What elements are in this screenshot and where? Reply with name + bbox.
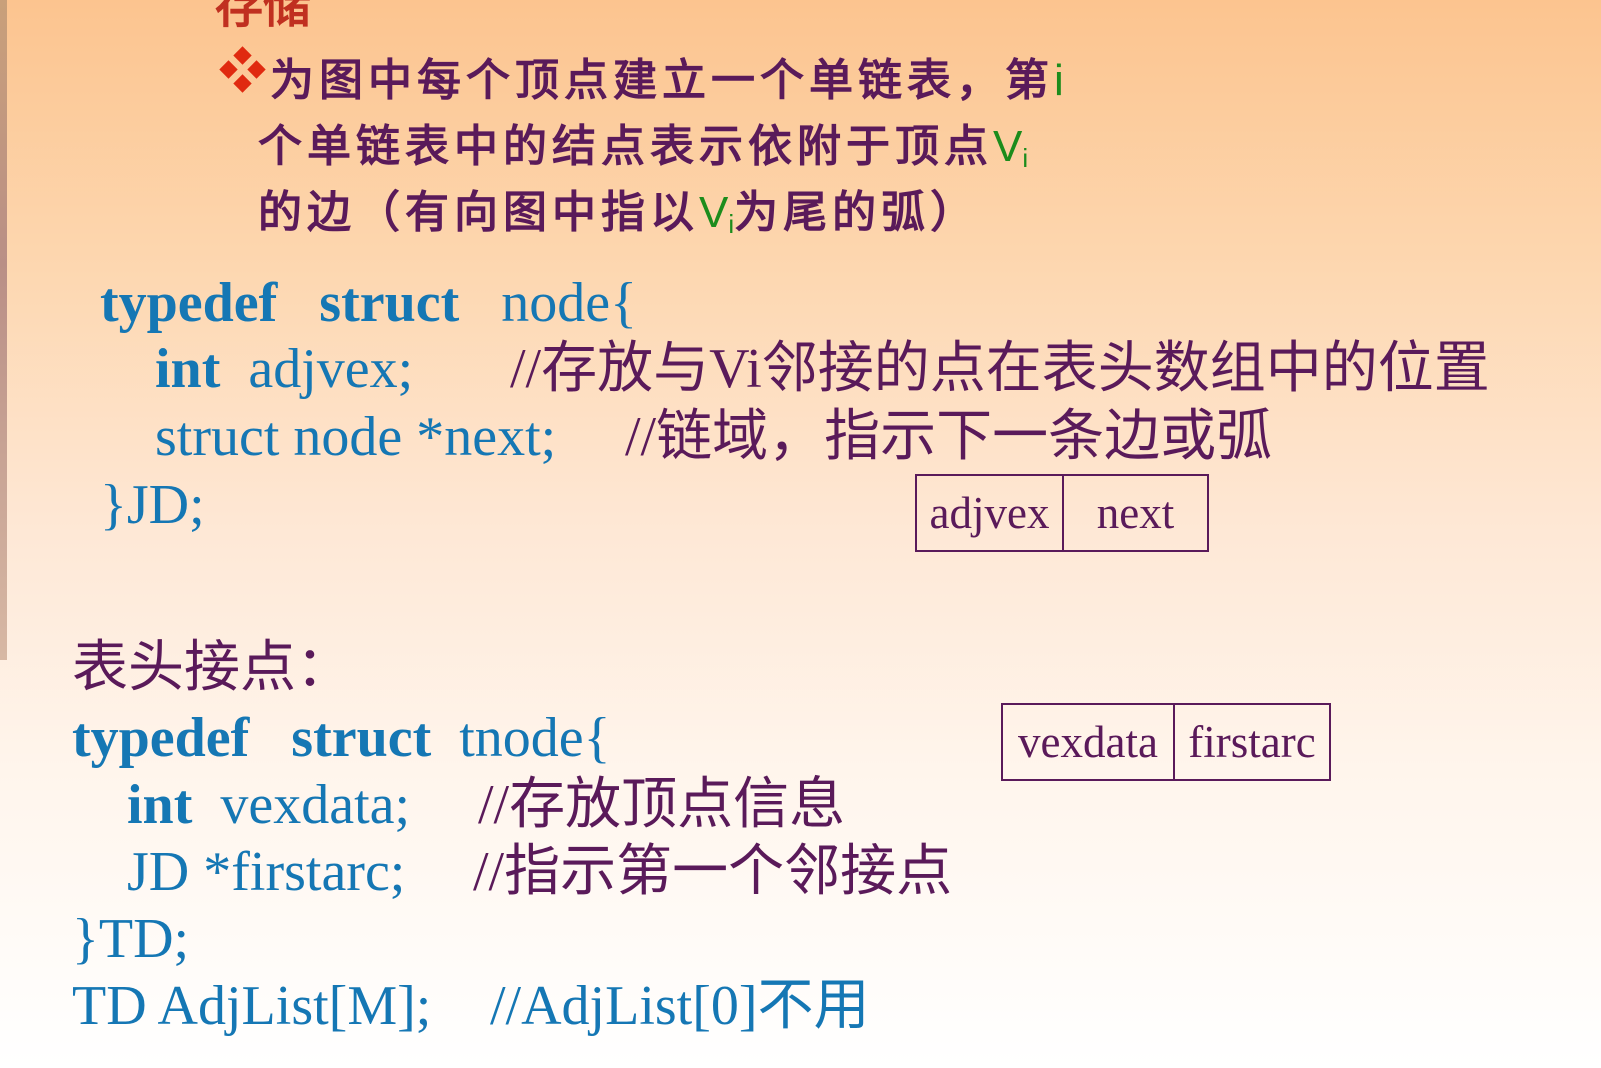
- td-field-vexdata: int vexdata;: [127, 777, 410, 833]
- jd-field-next: struct node *next;: [155, 406, 557, 468]
- header-node-label: 表头接点：: [72, 637, 352, 699]
- adjlist-comment: //AdjList[0]不用: [490, 975, 870, 1037]
- td-close: }TD;: [72, 908, 190, 970]
- keyword-typedef: typedef: [72, 707, 250, 769]
- jd-typedef-line: typedef struct node{: [100, 275, 637, 331]
- jd-comment-adjvex: //存放与Vi邻接的点在表头数组中的位置: [510, 338, 1490, 400]
- variable-subscript: i: [1022, 143, 1029, 173]
- node-cell-firstarc: firstarc: [1173, 705, 1329, 779]
- td-comment-firstarc: //指示第一个邻接点: [473, 841, 953, 903]
- bullet-text: 的边（有向图中指以: [258, 187, 699, 238]
- jd-node-diagram: adjvex next: [915, 474, 1209, 552]
- field-name: adjvex;: [248, 338, 414, 400]
- keyword-typedef: typedef: [100, 272, 278, 334]
- node-cell-adjvex: adjvex: [929, 488, 1050, 538]
- bullet-text: 为图中每个顶点建立一个单链表，第: [270, 55, 1054, 106]
- variable-v: V: [993, 122, 1023, 171]
- bullet-text: 为尾的弧）: [734, 187, 980, 238]
- td-field-firstarc: JD *firstarc;: [127, 841, 406, 903]
- bullet-text-line-3: 的边（有向图中指以Vi为尾的弧）: [258, 176, 979, 240]
- keyword-struct: struct: [319, 272, 460, 334]
- jd-comment-next: //链域，指示下一条边或弧: [625, 406, 1273, 468]
- td-typedef-line: typedef struct tnode{: [72, 710, 611, 766]
- keyword-int: int: [127, 774, 193, 836]
- bullet-text: 个单链表中的结点表示依附于顶点: [258, 121, 993, 172]
- struct-name: tnode{: [459, 707, 611, 769]
- variable-i: i: [1054, 56, 1064, 105]
- keyword-struct: struct: [291, 707, 432, 769]
- struct-name: node{: [501, 272, 637, 334]
- bullet-diamond-icon: [219, 46, 266, 93]
- node-cell-next: next: [1062, 476, 1207, 550]
- adjlist-declaration: TD AdjList[M];: [72, 975, 432, 1037]
- bullet-text-line-2: 个单链表中的结点表示依附于顶点Vi: [258, 110, 1028, 174]
- jd-field-adjvex: int adjvex;: [155, 341, 413, 397]
- variable-v: V: [699, 188, 729, 237]
- jd-close: }JD;: [100, 474, 205, 536]
- td-comment-vexdata: //存放顶点信息: [478, 774, 846, 836]
- field-name: vexdata;: [220, 774, 411, 836]
- slide-edge-decoration: [0, 0, 7, 660]
- node-cell-vexdata: vexdata: [1018, 717, 1158, 767]
- td-node-diagram: vexdata firstarc: [1001, 703, 1331, 781]
- bullet-text-line-1: 为图中每个顶点建立一个单链表，第i: [270, 44, 1064, 108]
- keyword-int: int: [155, 338, 221, 400]
- slide-title-fragment: 存储: [215, 0, 312, 34]
